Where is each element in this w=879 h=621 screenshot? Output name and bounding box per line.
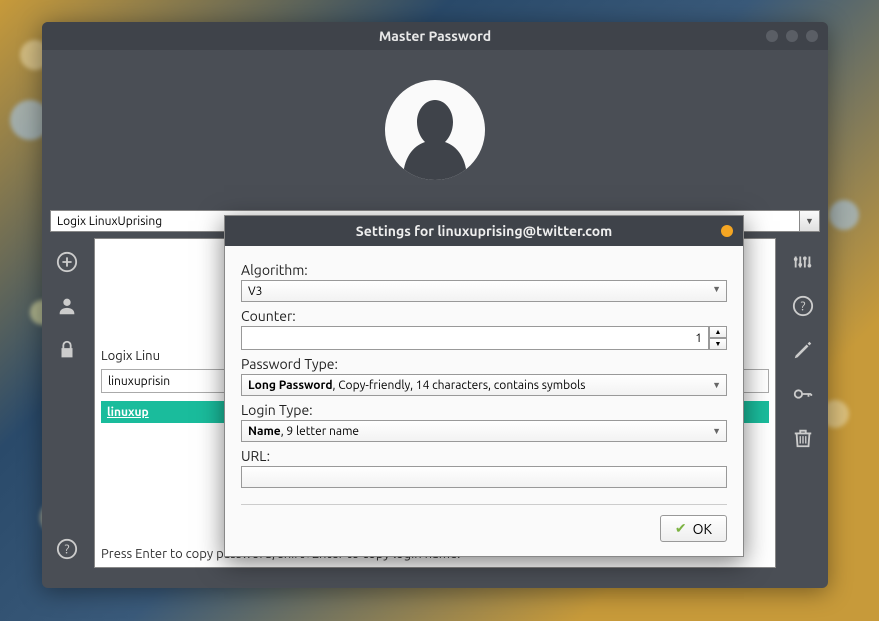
lock-icon[interactable]: [55, 338, 79, 362]
counter-down-button[interactable]: ▼: [709, 338, 727, 350]
window-title: Master Password: [379, 28, 491, 44]
titlebar: Master Password: [42, 22, 828, 50]
ok-label: OK: [693, 521, 712, 537]
separator: [241, 504, 727, 505]
site-label: Logix Linu: [101, 349, 160, 363]
url-label: URL:: [241, 448, 727, 464]
avatar-area: [42, 50, 828, 210]
minimize-button[interactable]: [766, 30, 778, 42]
key-icon[interactable]: [791, 382, 815, 406]
password-type-label: Password Type:: [241, 356, 727, 372]
password-type-rest: , Copy-friendly, 14 characters, contains…: [333, 379, 586, 392]
site-list-item-label: linuxup: [107, 406, 149, 419]
login-type-rest: , 9 letter name: [281, 425, 359, 438]
check-icon: ✔: [675, 520, 687, 537]
counter-label: Counter:: [241, 308, 727, 324]
settings-icon[interactable]: [791, 250, 815, 274]
right-toolbar: ?: [778, 238, 828, 568]
window-controls: [766, 30, 818, 42]
dialog-titlebar: Settings for linuxuprising@twitter.com: [225, 216, 743, 246]
algorithm-label: Algorithm:: [241, 262, 727, 278]
counter-input[interactable]: [241, 326, 709, 350]
user-icon[interactable]: [55, 294, 79, 318]
counter-spinner: ▲ ▼: [709, 326, 727, 350]
help-icon[interactable]: ?: [55, 537, 79, 561]
dialog-close-button[interactable]: [721, 225, 733, 237]
avatar-icon[interactable]: [385, 80, 485, 180]
help-icon-right[interactable]: ?: [791, 294, 815, 318]
dialog-title-text: Settings for linuxuprising@twitter.com: [356, 223, 612, 239]
ok-button[interactable]: ✔ OK: [660, 515, 727, 542]
password-type-select[interactable]: Long Password , Copy-friendly, 14 charac…: [241, 374, 727, 396]
close-button[interactable]: [806, 30, 818, 42]
svg-text:?: ?: [65, 543, 70, 557]
login-type-bold: Name: [248, 425, 281, 438]
user-dropdown-button[interactable]: ▼: [800, 210, 820, 232]
counter-up-button[interactable]: ▲: [709, 326, 727, 338]
login-type-select[interactable]: Name , 9 letter name: [241, 420, 727, 442]
add-icon[interactable]: [55, 250, 79, 274]
url-input[interactable]: [241, 466, 727, 488]
settings-dialog: Settings for linuxuprising@twitter.com A…: [224, 215, 744, 557]
edit-icon[interactable]: [791, 338, 815, 362]
left-toolbar: [42, 238, 92, 568]
login-type-label: Login Type:: [241, 402, 727, 418]
svg-text:?: ?: [801, 300, 806, 314]
password-type-bold: Long Password: [248, 379, 333, 392]
maximize-button[interactable]: [786, 30, 798, 42]
delete-icon[interactable]: [791, 426, 815, 450]
algorithm-select[interactable]: [241, 280, 727, 302]
